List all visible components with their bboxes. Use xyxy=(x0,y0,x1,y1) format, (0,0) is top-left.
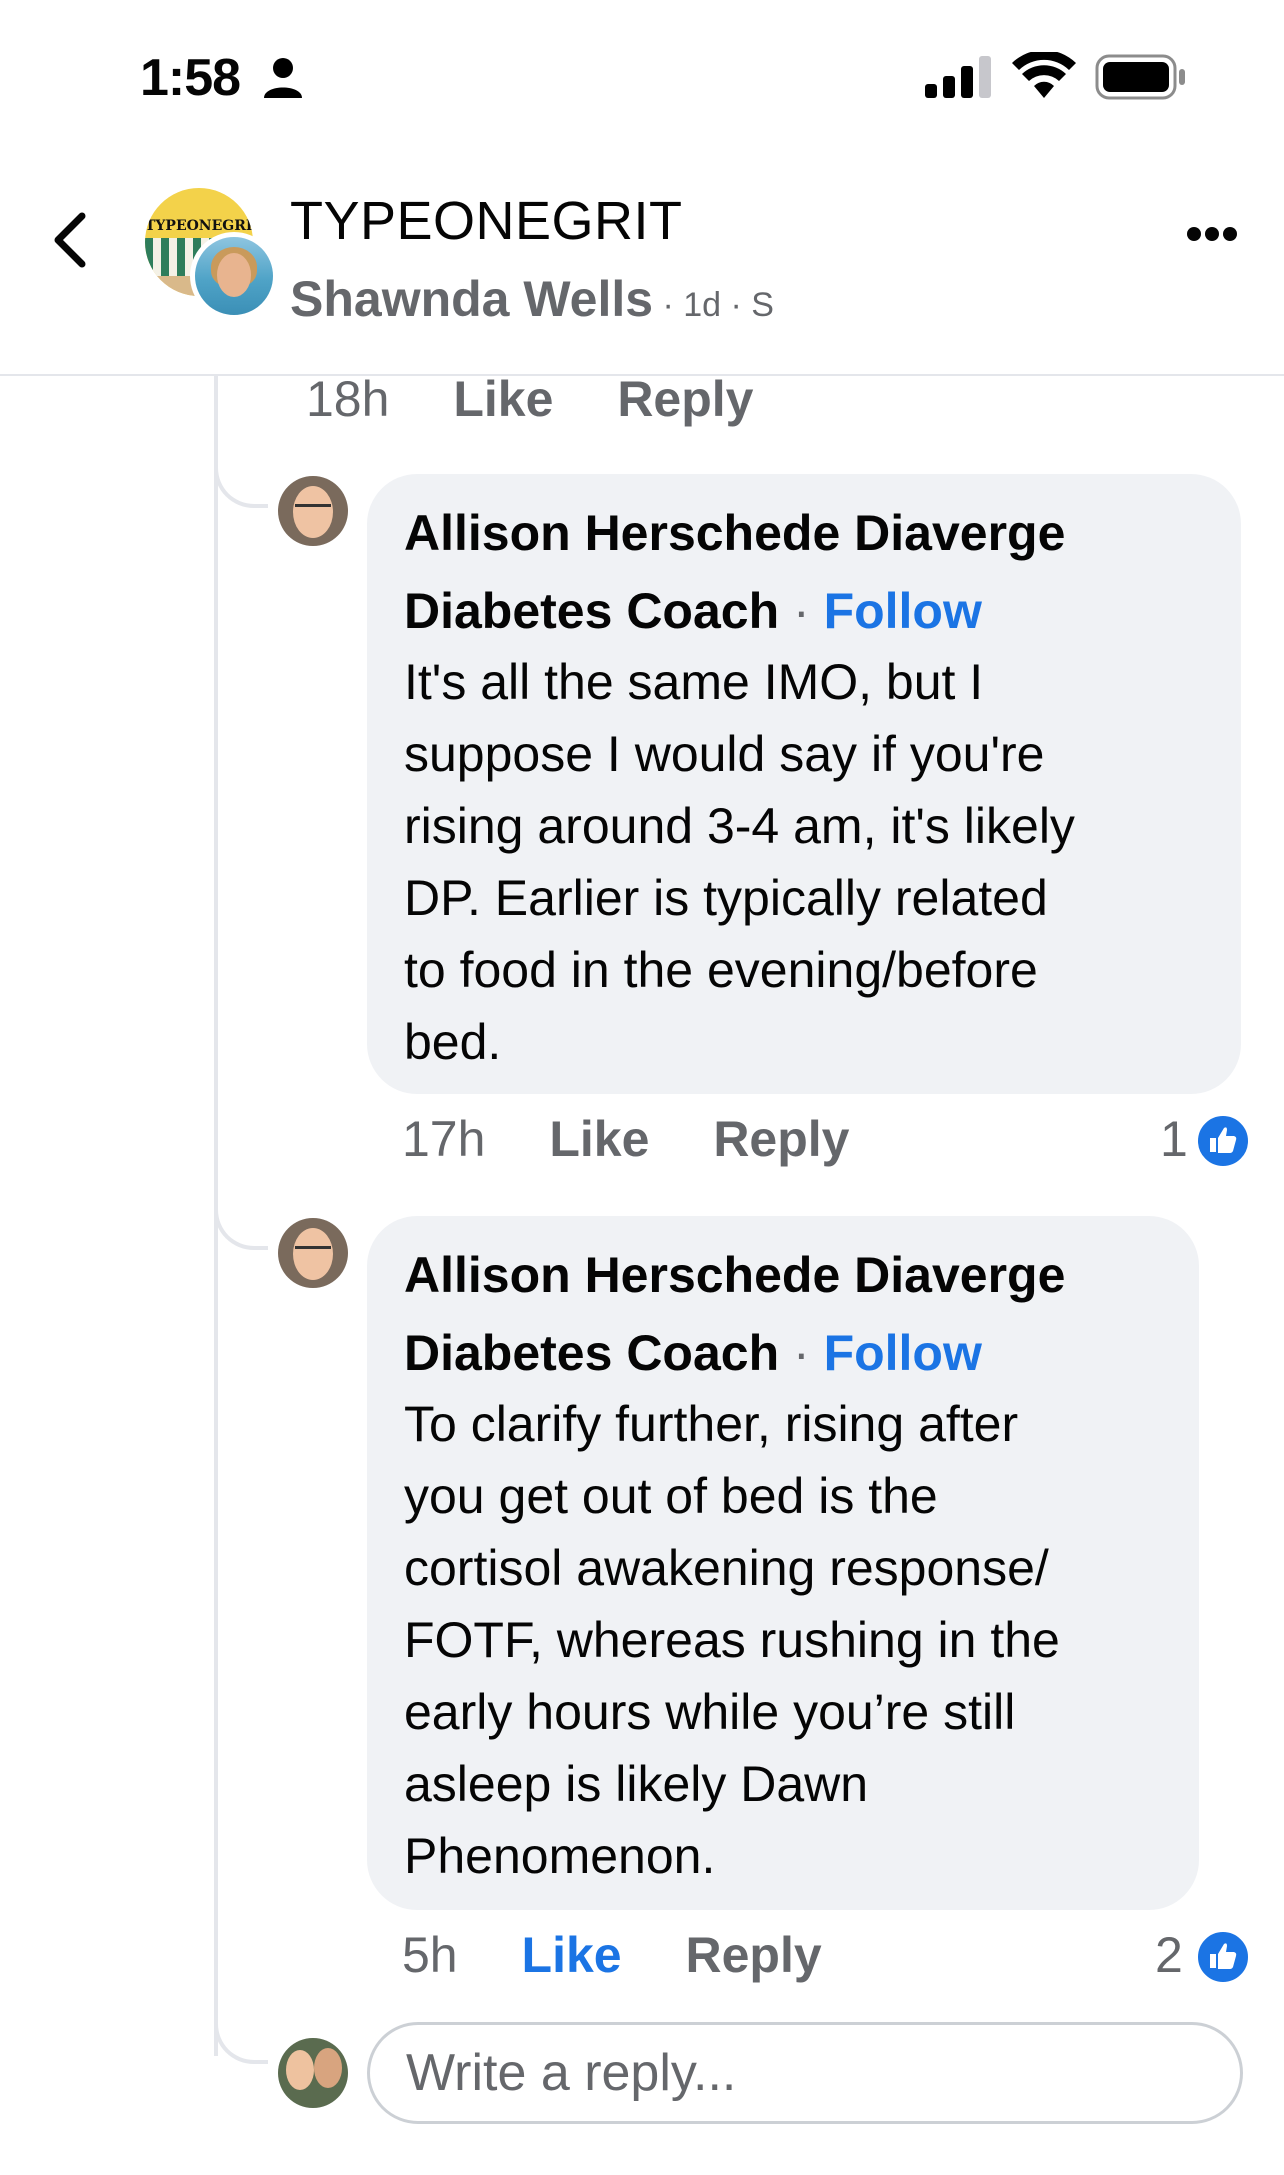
previous-comment-actions: 18h Like Reply xyxy=(306,370,753,428)
commenter-avatar[interactable] xyxy=(278,476,348,546)
author-avatar[interactable] xyxy=(190,232,278,320)
comment-time: 17h xyxy=(402,1111,486,1167)
like-button[interactable]: Like xyxy=(549,1111,649,1167)
separator-dot: · xyxy=(779,583,824,639)
thread-branch xyxy=(214,454,268,508)
comment-actions: 17h Like Reply xyxy=(402,1110,849,1168)
reply-button[interactable]: Reply xyxy=(713,1111,849,1167)
person-icon xyxy=(264,58,302,98)
comment-actions: 5h Like Reply xyxy=(402,1926,822,1984)
battery-icon xyxy=(1095,54,1185,100)
wifi-icon xyxy=(1012,52,1076,98)
commenter-name-line2[interactable]: Diabetes Coach xyxy=(404,583,779,639)
reaction-count[interactable]: 2 xyxy=(1155,1926,1183,1984)
commenter-name-line1[interactable]: Allison Herschede Diaverge xyxy=(404,494,1065,572)
status-time: 1:58 xyxy=(140,49,241,107)
like-button[interactable]: Like xyxy=(453,371,553,427)
follow-button[interactable]: Follow xyxy=(824,1325,982,1381)
commenter-name: Allison Herschede Diaverge Diabetes Coac… xyxy=(404,1236,1065,1392)
thread-branch xyxy=(214,1196,268,1250)
commenter-avatar[interactable] xyxy=(278,1218,348,1288)
comment-text: It's all the same IMO, but I suppose I w… xyxy=(404,654,1075,1070)
author-name[interactable]: Shawnda Wells xyxy=(290,271,653,327)
thread-branch xyxy=(214,2010,268,2064)
comment-text: To clarify further, rising after you get… xyxy=(404,1396,1060,1884)
thumbs-up-icon[interactable] xyxy=(1195,1929,1251,1985)
reaction-count[interactable]: 1 xyxy=(1160,1110,1188,1168)
commenter-name-line1[interactable]: Allison Herschede Diaverge xyxy=(404,1236,1065,1314)
like-button[interactable]: Like xyxy=(522,1927,622,1983)
post-author-line: Shawnda Wells · 1d · S xyxy=(290,270,774,328)
group-name[interactable]: TYPEONEGRIT xyxy=(290,190,683,252)
cellular-signal-icon xyxy=(925,56,991,98)
commenter-name: Allison Herschede Diaverge Diabetes Coac… xyxy=(404,494,1065,650)
reply-button[interactable]: Reply xyxy=(617,371,753,427)
comment-time: 18h xyxy=(306,371,390,427)
follow-button[interactable]: Follow xyxy=(824,583,982,639)
thumbs-up-icon[interactable] xyxy=(1195,1113,1251,1169)
more-horizontal-icon[interactable] xyxy=(1186,226,1238,242)
post-meta: · 1d · S xyxy=(653,286,775,324)
reply-input[interactable] xyxy=(367,2022,1243,2124)
comment-time: 5h xyxy=(402,1927,458,1983)
chevron-left-icon[interactable] xyxy=(50,210,90,270)
current-user-avatar xyxy=(278,2038,348,2108)
separator-dot: · xyxy=(779,1325,824,1381)
commenter-name-line2[interactable]: Diabetes Coach xyxy=(404,1325,779,1381)
reply-button[interactable]: Reply xyxy=(686,1927,822,1983)
